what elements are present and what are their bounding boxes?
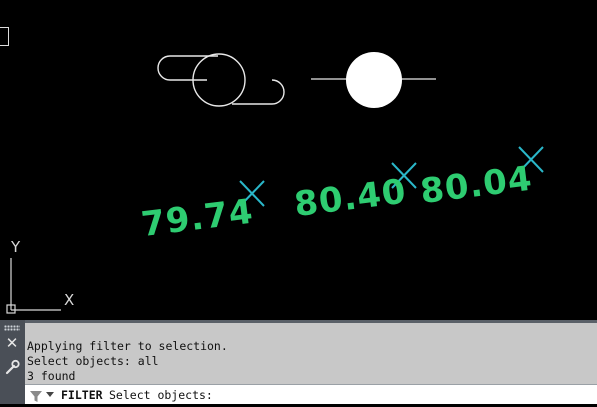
history-line: Select objects: all [27, 354, 159, 368]
ucs-y-label: Y [11, 238, 21, 256]
active-command-name: FILTER [61, 388, 103, 402]
valve-symbol [157, 53, 285, 107]
filter-icon[interactable] [29, 388, 43, 402]
ucs-x-label: X [64, 291, 75, 309]
wrench-icon[interactable] [3, 358, 21, 376]
manhole-symbol [311, 52, 436, 108]
command-line-sidebar: ✕ [0, 320, 25, 404]
chevron-down-icon[interactable] [46, 392, 54, 397]
close-icon[interactable]: ✕ [3, 334, 21, 352]
command-line-panel: ✕ Applying filter to selection. Select o… [0, 320, 597, 404]
command-input-row: FILTER Select objects: [25, 384, 597, 404]
drawing-geometry [6, 52, 544, 314]
drawing-canvas[interactable]: 79.74 80.40 80.04 Y X [0, 0, 597, 320]
history-line: 3 found [27, 369, 76, 383]
command-input[interactable] [215, 386, 589, 404]
ucs-icon [6, 258, 61, 314]
command-prompt: Select objects: [109, 388, 213, 402]
grip-icon[interactable] [4, 325, 20, 331]
history-line: Applying filter to selection. [27, 339, 228, 353]
command-history: Applying filter to selection. Select obj… [25, 320, 597, 384]
